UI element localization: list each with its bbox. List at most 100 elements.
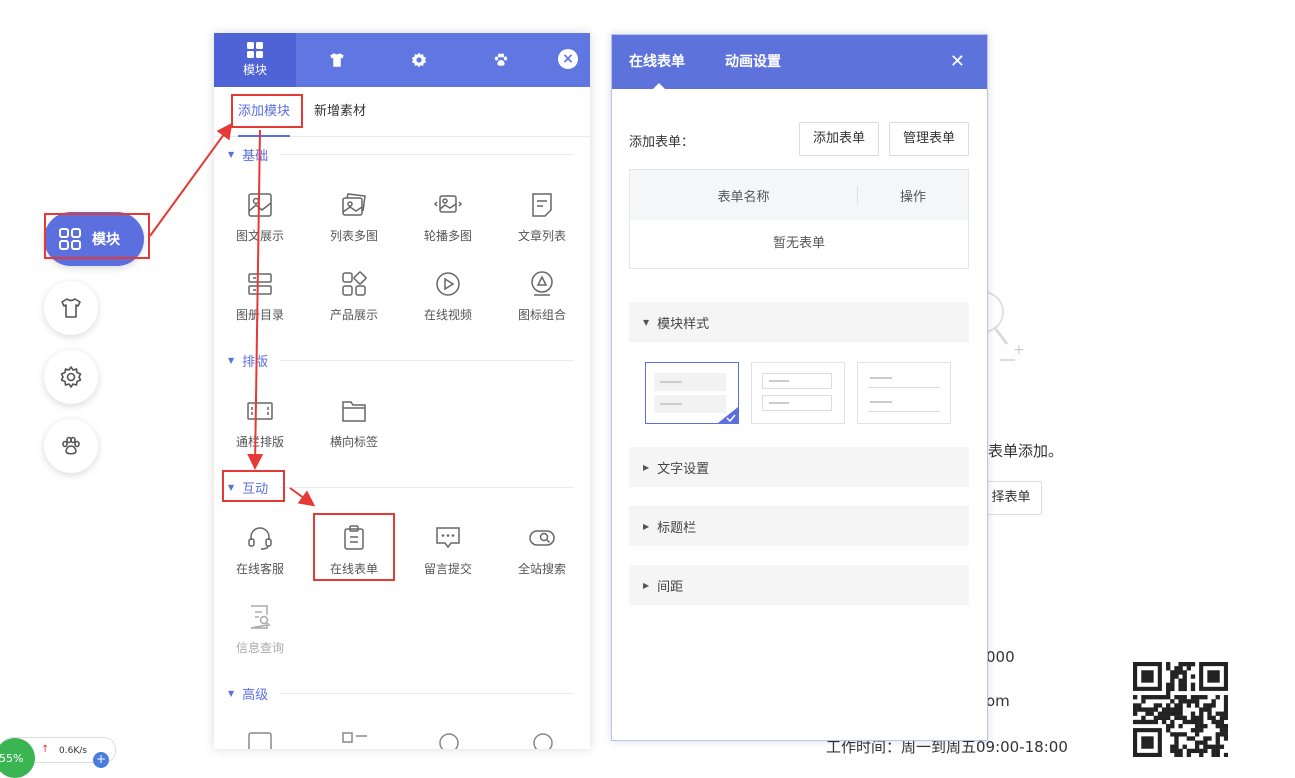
accordion-module-style[interactable]: ▼ 模块样式 xyxy=(629,302,969,342)
section-advanced[interactable]: ▼ 高级 xyxy=(228,683,574,703)
module-icon-group[interactable]: 图标组合 xyxy=(496,270,588,323)
highlight-interactive-section xyxy=(222,470,285,502)
network-speed: 0.6K/s xyxy=(59,746,87,756)
advanced-module-icon xyxy=(533,733,553,749)
module-online-service[interactable]: 在线客服 xyxy=(214,524,306,577)
col-action: 操作 xyxy=(899,189,926,205)
style-option-2[interactable] xyxy=(751,362,845,424)
highlight-add-module-tab xyxy=(231,94,303,128)
tab-modules[interactable]: 模块 xyxy=(214,33,296,87)
module-carousel-label: 轮播多图 xyxy=(423,229,472,243)
module-article-list-label: 文章列表 xyxy=(517,229,566,243)
section-advanced-label: 高级 xyxy=(242,687,269,703)
module-message-submit[interactable]: 留言提交 xyxy=(402,524,494,577)
theme-nav-button[interactable] xyxy=(44,281,98,335)
carousel-icon xyxy=(434,195,462,213)
manage-form-button[interactable]: 管理表单 xyxy=(889,122,969,156)
contact-email: om xyxy=(986,692,1010,710)
highlight-online-form-module xyxy=(313,513,395,581)
section-layout[interactable]: ▼ 排版 xyxy=(228,350,574,370)
icon-group-icon xyxy=(531,271,553,296)
module-panel: 模块 × 添加模块 新增素材 ▼ 基础 图文展示 列表多图 轮播多图 文章列表 xyxy=(214,33,590,749)
accordion-module-style-label: 模块样式 xyxy=(657,316,710,332)
advanced-module-icon xyxy=(342,732,367,743)
module-site-search-label: 全站搜索 xyxy=(517,562,566,576)
caret-down-icon: ▼ xyxy=(228,688,235,698)
grid-icon xyxy=(247,42,263,58)
horizontal-tabs-icon xyxy=(342,401,366,422)
paw-nav-button[interactable] xyxy=(44,419,98,473)
module-full-width-layout-label: 通栏排版 xyxy=(235,435,284,449)
caret-right-icon: ▶ xyxy=(643,462,650,472)
full-width-layout-icon xyxy=(247,402,273,420)
module-horizontal-tabs[interactable]: 横向标签 xyxy=(308,397,400,450)
module-message-submit-label: 留言提交 xyxy=(423,562,472,576)
add-form-button[interactable]: 添加表单 xyxy=(799,122,879,156)
accordion-spacing[interactable]: ▶ 间距 xyxy=(629,565,969,605)
module-album-directory[interactable]: 图册目录 xyxy=(214,270,306,323)
caret-down-icon: ▼ xyxy=(228,149,235,159)
close-icon[interactable]: × xyxy=(558,49,578,69)
product-display-icon xyxy=(342,271,367,296)
caret-right-icon: ▶ xyxy=(643,521,650,531)
section-basic[interactable]: ▼ 基础 xyxy=(228,144,574,164)
module-online-video[interactable]: 在线视频 xyxy=(402,270,494,323)
accordion-title-bar-label: 标题栏 xyxy=(657,520,697,536)
module-image-text[interactable]: 图文展示 xyxy=(214,191,306,244)
qr-code-icon xyxy=(1133,662,1228,757)
site-search-icon xyxy=(529,530,555,546)
module-product-display[interactable]: 产品展示 xyxy=(308,270,400,323)
paw-icon xyxy=(62,436,80,455)
col-form-name: 表单名称 xyxy=(630,185,858,205)
online-form-panel: 在线表单 动画设置 ✕ 添加表单： 添加表单 管理表单 表单名称 操作 暂无表单… xyxy=(611,34,988,741)
tab-paw[interactable] xyxy=(460,33,542,87)
style-option-3[interactable] xyxy=(857,362,951,424)
module-info-query-label: 信息查询 xyxy=(235,641,284,655)
usage-percent: 55% xyxy=(0,738,35,778)
accordion-title-bar[interactable]: ▶ 标题栏 xyxy=(629,506,969,546)
expand-plus-icon[interactable]: + xyxy=(93,752,109,768)
album-directory-icon xyxy=(248,273,272,295)
subtab-new-material[interactable]: 新增素材 xyxy=(314,87,366,137)
contact-phone: 000 xyxy=(986,648,1015,666)
tab-settings[interactable] xyxy=(378,33,460,87)
image-text-icon xyxy=(248,193,272,217)
accordion-text-settings[interactable]: ▶ 文字设置 xyxy=(629,447,969,487)
module-full-width-layout[interactable]: 通栏排版 xyxy=(214,397,306,450)
module-online-service-label: 在线客服 xyxy=(235,562,284,576)
advanced-module-icon xyxy=(439,733,459,749)
article-list-icon xyxy=(532,193,552,217)
select-form-button[interactable]: 择表单 xyxy=(980,481,1042,515)
module-icon-group-label: 图标组合 xyxy=(517,308,566,322)
module-list-gallery-label: 列表多图 xyxy=(329,229,378,243)
module-image-text-label: 图文展示 xyxy=(235,229,284,243)
settings-nav-button[interactable] xyxy=(44,350,98,404)
shirt-icon xyxy=(61,298,81,318)
module-carousel[interactable]: 轮播多图 xyxy=(402,191,494,244)
close-icon[interactable]: ✕ xyxy=(950,51,965,72)
tab-animation-settings[interactable]: 动画设置 xyxy=(725,35,781,89)
module-article-list[interactable]: 文章列表 xyxy=(496,191,588,244)
section-layout-label: 排版 xyxy=(242,354,269,370)
form-table-header: 表单名称 操作 xyxy=(630,170,968,220)
paw-icon xyxy=(494,53,508,66)
network-status-widget: 55% ↑ 0.6K/s + xyxy=(0,737,116,778)
upload-arrow-icon: ↑ xyxy=(41,744,50,755)
info-query-icon xyxy=(250,605,271,629)
form-table-empty: 暂无表单 xyxy=(772,236,825,251)
tab-online-form[interactable]: 在线表单 xyxy=(629,35,685,89)
tab-theme[interactable] xyxy=(296,33,378,87)
add-form-label: 添加表单： xyxy=(629,135,695,150)
module-info-query[interactable]: 信息查询 xyxy=(214,603,306,656)
caret-down-icon: ▼ xyxy=(228,355,235,365)
divider xyxy=(280,486,574,488)
module-list-gallery[interactable]: 列表多图 xyxy=(308,191,400,244)
gear-icon xyxy=(60,366,82,388)
module-product-display-label: 产品展示 xyxy=(329,308,378,322)
check-icon xyxy=(718,407,738,423)
module-site-search[interactable]: 全站搜索 xyxy=(496,524,588,577)
style-option-1[interactable] xyxy=(645,362,739,424)
accordion-spacing-label: 间距 xyxy=(657,579,684,595)
divider xyxy=(280,692,574,694)
svg-text:+: + xyxy=(1013,342,1025,358)
